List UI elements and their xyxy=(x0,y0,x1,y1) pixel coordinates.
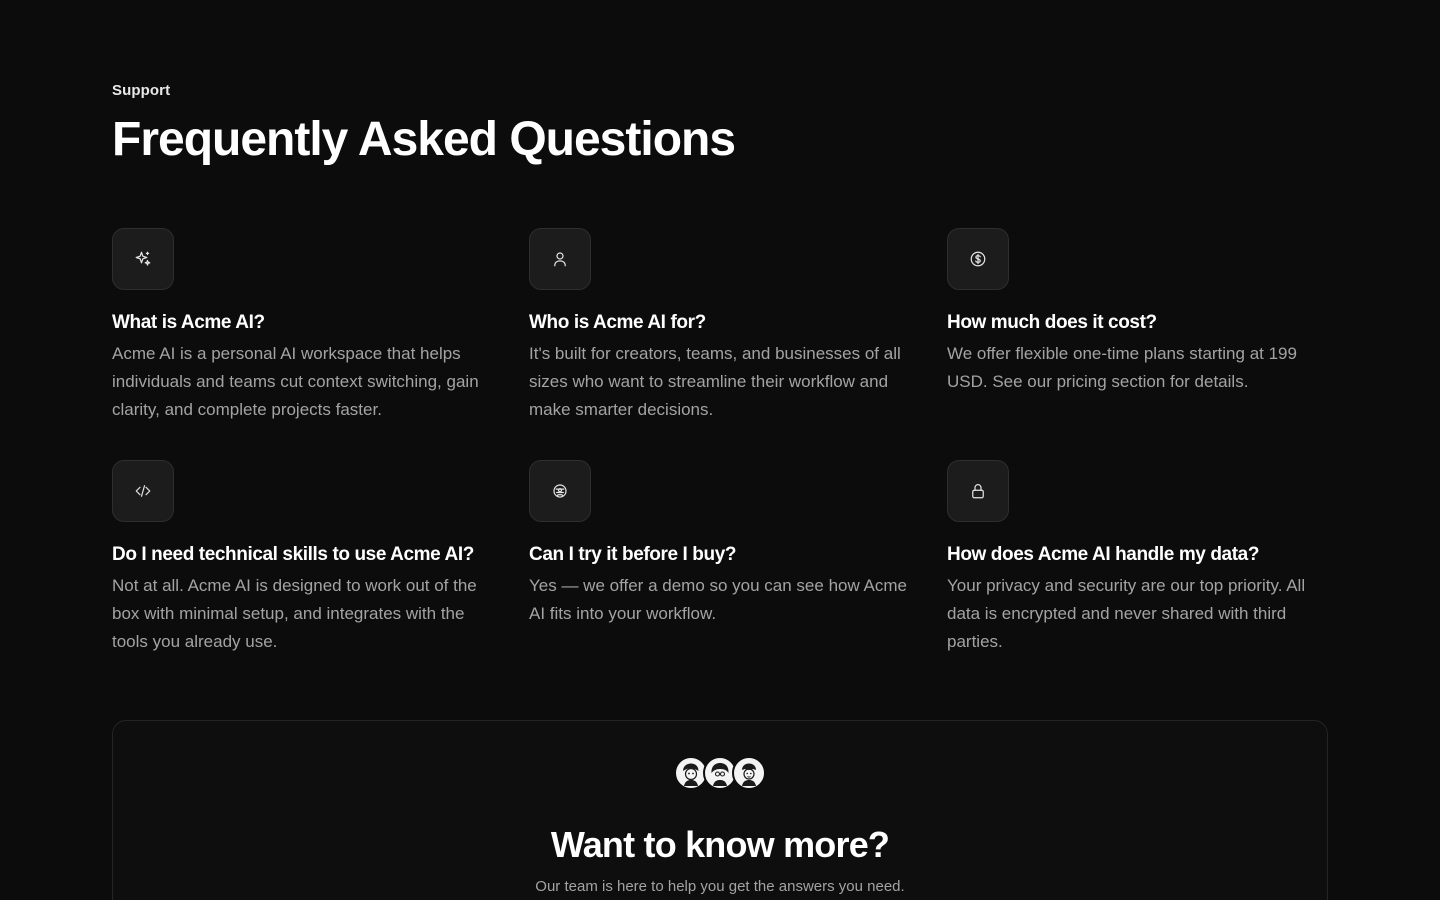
dollar-circle-icon xyxy=(947,228,1009,290)
sparkles-icon xyxy=(112,228,174,290)
faq-item: How much does it cost? We offer flexible… xyxy=(947,228,1328,460)
faq-answer: Yes — we offer a demo so you can see how… xyxy=(529,576,907,623)
user-circle-icon xyxy=(529,460,591,522)
cta-subtitle: Our team is here to help you get the ans… xyxy=(535,878,905,895)
faq-question: Who is Acme AI for? xyxy=(529,312,706,333)
contact-cta-card: Want to know more? Our team is here to h… xyxy=(112,720,1328,900)
faq-question: What is Acme AI? xyxy=(112,312,265,333)
faq-item: Can I try it before I buy? Yes — we offe… xyxy=(529,460,947,692)
faq-question: How much does it cost? xyxy=(947,312,1157,333)
faq-answer: We offer flexible one-time plans startin… xyxy=(947,344,1297,391)
faq-question: Do I need technical skills to use Acme A… xyxy=(112,544,474,565)
faq-answer: It's built for creators, teams, and busi… xyxy=(529,344,901,419)
faq-item: Who is Acme AI for? It's built for creat… xyxy=(529,228,947,460)
faq-item: What is Acme AI? Acme AI is a personal A… xyxy=(112,228,529,460)
user-icon xyxy=(529,228,591,290)
page-title: Frequently Asked Questions xyxy=(112,113,736,166)
faq-answer: Your privacy and security are our top pr… xyxy=(947,576,1306,651)
faq-answer: Not at all. Acme AI is designed to work … xyxy=(112,576,477,651)
cta-title: Want to know more? xyxy=(550,824,890,865)
avatar xyxy=(732,756,766,790)
faq-question: Can I try it before I buy? xyxy=(529,544,737,565)
faq-grid: What is Acme AI? Acme AI is a personal A… xyxy=(112,228,1328,692)
section-eyebrow: Support xyxy=(112,82,171,99)
faq-item: Do I need technical skills to use Acme A… xyxy=(112,460,529,692)
faq-answer: Acme AI is a personal AI workspace that … xyxy=(112,344,479,419)
team-avatars xyxy=(674,756,766,790)
faq-page: Support Frequently Asked Questions What … xyxy=(0,0,1440,900)
faq-question: How does Acme AI handle my data? xyxy=(947,544,1260,565)
faq-item: How does Acme AI handle my data? Your pr… xyxy=(947,460,1328,692)
lock-icon xyxy=(947,460,1009,522)
code-icon xyxy=(112,460,174,522)
